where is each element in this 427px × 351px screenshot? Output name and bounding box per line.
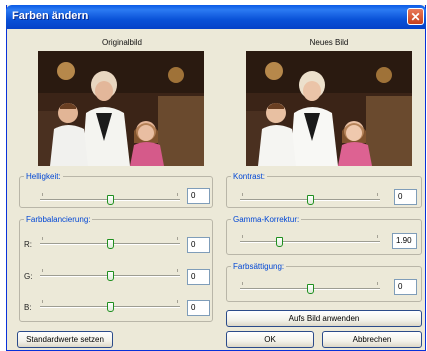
slider-thumb[interactable] [276,237,283,247]
slider-thumb[interactable] [107,271,114,281]
red-channel-label: R: [24,240,32,249]
saturation-label: Farbsättigung: [231,262,287,271]
new-image-preview [246,51,412,166]
gamma-label: Gamma-Korrektur: [231,215,302,224]
slider-tick [177,300,178,303]
contrast-slider[interactable] [240,193,380,207]
slider-tick [242,282,243,285]
slider-tick [177,269,178,272]
slider-tick [42,300,43,303]
blue-channel-value-input[interactable]: 0 [187,300,210,316]
contrast-value-input[interactable]: 0 [394,189,417,205]
color-balance-label: Farbbalancierung: [24,215,93,224]
brightness-label: Helligkeit: [24,172,63,181]
slider-thumb[interactable] [107,302,114,312]
slider-tick [177,193,178,196]
brightness-value-input[interactable]: 0 [187,188,210,204]
green-channel-slider[interactable] [40,269,180,283]
window-title: Farben ändern [12,10,89,22]
blue-channel-slider[interactable] [40,300,180,314]
slider-tick [377,235,378,238]
saturation-value-input[interactable]: 0 [394,279,417,295]
set-defaults-button[interactable]: Standardwerte setzen [17,331,113,348]
slider-thumb[interactable] [107,239,114,249]
slider-tick [377,282,378,285]
green-channel-value-input[interactable]: 0 [187,269,210,285]
slider-track [240,241,380,243]
gamma-slider[interactable] [240,235,380,249]
close-icon: ✕ [410,9,421,24]
new-image-label: Neues Bild [309,38,349,47]
ok-button[interactable]: OK [226,331,314,348]
close-button[interactable]: ✕ [407,8,424,25]
blue-channel-label: B: [24,303,32,312]
gamma-value-input[interactable]: 1.90 [392,233,417,249]
original-image-label: Originalbild [101,38,143,47]
brightness-slider[interactable] [40,193,180,207]
contrast-label: Kontrast: [231,172,268,181]
original-image-preview [38,51,204,166]
slider-thumb[interactable] [307,195,314,205]
red-channel-slider[interactable] [40,237,180,251]
red-channel-value-input[interactable]: 0 [187,237,210,253]
apply-to-image-button[interactable]: Aufs Bild anwenden [226,310,422,327]
green-channel-label: G: [24,272,33,281]
cancel-button[interactable]: Abbrechen [322,331,422,348]
slider-tick [42,193,43,196]
original-photo [38,51,204,166]
slider-tick [42,237,43,240]
saturation-slider[interactable] [240,282,380,296]
slider-tick [177,237,178,240]
slider-tick [242,193,243,196]
slider-thumb[interactable] [107,195,114,205]
slider-tick [242,235,243,238]
title-bar[interactable]: Farben ändern ✕ [6,5,426,29]
slider-tick [42,269,43,272]
slider-thumb[interactable] [307,284,314,294]
new-photo [246,51,412,166]
slider-tick [377,193,378,196]
